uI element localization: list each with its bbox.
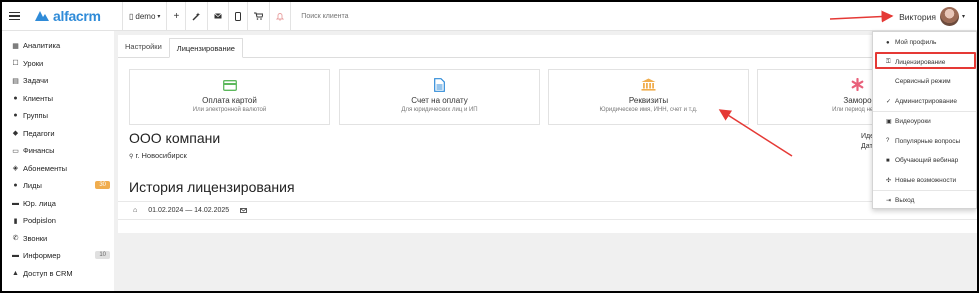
annotation-arrows	[718, 10, 894, 157]
arrow-to-user-menu	[829, 10, 894, 23]
app-window: alfacrm ▯ demo ▾ + Виктория ▾	[2, 2, 977, 291]
arrow-to-requisites	[718, 109, 793, 157]
